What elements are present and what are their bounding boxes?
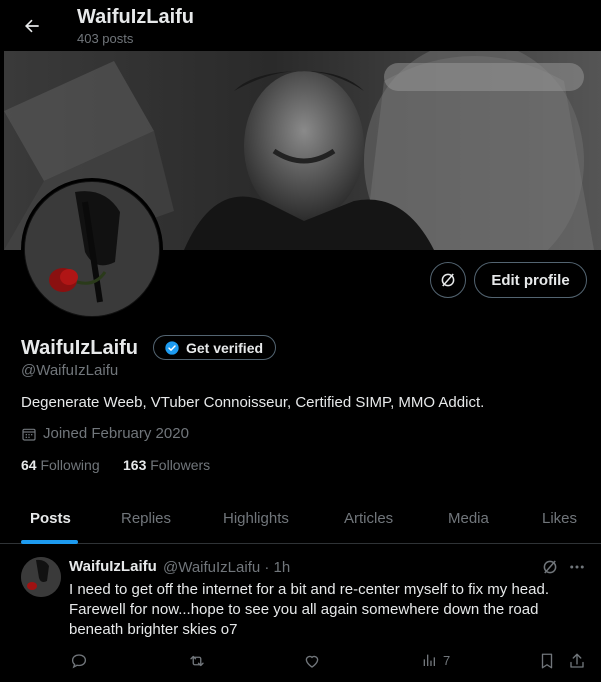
share-icon[interactable] (568, 652, 586, 670)
following-label: Following (40, 457, 100, 473)
bookmark-icon[interactable] (538, 652, 556, 670)
tab-posts[interactable]: Posts (30, 510, 71, 527)
header-title: WaifuIzLaifu (77, 6, 195, 28)
top-bar: WaifuIzLaifu 403 posts (0, 0, 601, 51)
joined-label: Joined February 2020 (43, 425, 189, 442)
grok-post-icon[interactable] (541, 558, 559, 576)
calendar-icon (22, 428, 36, 441)
user-handle: @WaifuIzLaifu (21, 362, 119, 379)
profile-bio: Degenerate Weeb, VTuber Connoisseur, Cer… (21, 394, 485, 411)
tab-highlights[interactable]: Highlights (223, 510, 289, 527)
avatar-image (24, 181, 160, 317)
post-item[interactable]: WaifuIzLaifu @WaifuIzLaifu · 1h I need t… (0, 545, 601, 682)
like-icon[interactable] (303, 652, 321, 670)
tab-likes[interactable]: Likes (542, 510, 577, 527)
grok-icon (441, 273, 455, 287)
active-tab-indicator (21, 540, 78, 544)
profile-tabs: Posts Replies Highlights Articles Media … (0, 496, 601, 544)
display-name: WaifuIzLaifu (21, 337, 139, 359)
tab-articles[interactable]: Articles (344, 510, 393, 527)
more-icon[interactable] (568, 558, 586, 576)
followers-link[interactable]: 163 Followers (123, 457, 210, 473)
get-verified-button[interactable]: Get verified (153, 335, 277, 360)
views-count: 7 (443, 652, 451, 668)
joined-date: Joined February 2020 (21, 425, 189, 442)
edit-profile-button[interactable]: Edit profile (474, 262, 587, 298)
following-link[interactable]: 64 Following (21, 457, 100, 473)
post-author-name[interactable]: WaifuIzLaifu (69, 558, 157, 575)
post-text: I need to get off the internet for a bit… (69, 581, 549, 638)
profile-avatar[interactable] (21, 178, 163, 320)
repost-icon[interactable] (187, 652, 207, 670)
followers-count: 163 (123, 457, 147, 473)
back-arrow-icon[interactable] (18, 12, 46, 40)
post-author-avatar[interactable] (21, 557, 61, 597)
post-meta: @WaifuIzLaifu · 1h (163, 559, 291, 576)
grok-button[interactable] (430, 262, 466, 298)
reply-icon[interactable] (70, 652, 88, 670)
verified-badge-icon (165, 340, 179, 355)
get-verified-label: Get verified (186, 339, 264, 356)
followers-label: Followers (150, 457, 211, 473)
views-icon[interactable]: 7 (421, 652, 450, 668)
tab-media[interactable]: Media (448, 510, 489, 527)
header-posts-count: 403 posts (77, 31, 134, 46)
following-count: 64 (21, 457, 37, 473)
tab-replies[interactable]: Replies (121, 510, 171, 527)
